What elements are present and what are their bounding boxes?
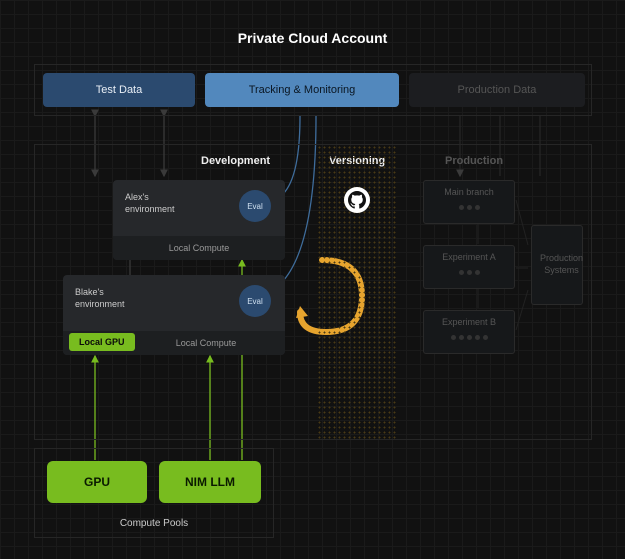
- main-branch-label: Main branch: [432, 187, 506, 197]
- production-data-node: Production Data: [409, 73, 585, 107]
- experiment-a-label: Experiment A: [432, 252, 506, 262]
- dots-icon: [432, 205, 506, 210]
- dots-icon: [432, 270, 506, 275]
- alex-eval-badge: Eval: [239, 190, 271, 222]
- dots-icon: [432, 335, 506, 340]
- alex-footer: Local Compute: [113, 236, 285, 260]
- production-systems-label: Production Systems: [540, 253, 583, 276]
- blake-local-gpu-badge: Local GPU: [69, 333, 135, 351]
- github-icon: [344, 187, 370, 213]
- blake-eval-badge: Eval: [239, 285, 271, 317]
- alex-environment: Alex's environment Eval Local Compute: [113, 180, 285, 260]
- compute-pools-panel: GPU NIM LLM Compute Pools: [34, 448, 274, 538]
- top-row: Test Data Tracking & Monitoring Producti…: [34, 64, 592, 116]
- main-branch-node: Main branch: [423, 180, 515, 224]
- blake-env-name: Blake's environment: [75, 287, 125, 310]
- production-label: Production: [445, 155, 503, 167]
- alex-env-name: Alex's environment: [125, 192, 175, 215]
- experiment-b-label: Experiment B: [432, 317, 506, 327]
- blake-environment: Blake's environment Eval Local Compute L…: [63, 275, 285, 355]
- gpu-pool-node: GPU: [47, 461, 147, 503]
- production-systems-node: Production Systems: [531, 225, 583, 305]
- page-title: Private Cloud Account: [0, 30, 625, 46]
- compute-pools-label: Compute Pools: [35, 518, 273, 529]
- test-data-node: Test Data: [43, 73, 195, 107]
- experiment-b-node: Experiment B: [423, 310, 515, 354]
- tracking-monitoring-node: Tracking & Monitoring: [205, 73, 399, 107]
- development-label: Development: [201, 155, 270, 167]
- experiment-a-node: Experiment A: [423, 245, 515, 289]
- main-panel: Development Versioning Production Alex's…: [34, 144, 592, 440]
- alex-local-compute: Local Compute: [113, 243, 285, 253]
- nim-llm-pool-node: NIM LLM: [159, 461, 261, 503]
